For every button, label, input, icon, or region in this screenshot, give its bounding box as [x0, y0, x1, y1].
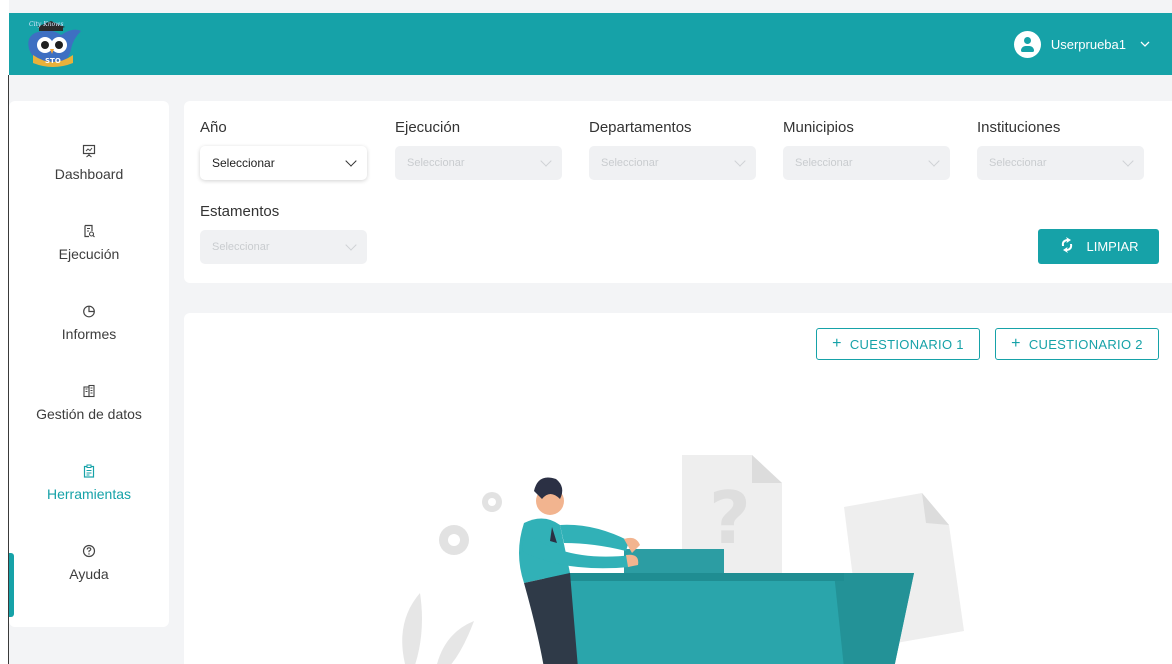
filter-label-estamentos: Estamentos: [200, 203, 280, 220]
select-instituciones[interactable]: Seleccionar: [977, 146, 1144, 180]
select-ejecucion[interactable]: Seleccionar: [395, 146, 562, 180]
button-label: CUESTIONARIO 2: [1028, 336, 1143, 352]
pie-chart-icon: [82, 304, 96, 318]
clipboard-icon: [82, 464, 96, 478]
filter-label-ejecucion: Ejecución: [395, 119, 461, 136]
building-icon: [82, 384, 96, 398]
clear-filters-button[interactable]: LIMPIAR: [1038, 229, 1159, 264]
user-name: Userprueba1: [1050, 36, 1126, 52]
sidebar-item-label: Ayuda: [69, 566, 109, 582]
top-header: STO City Knows Userprueba1: [9, 13, 1172, 75]
add-cuestionario-2-button[interactable]: + CUESTIONARIO 2: [995, 328, 1159, 360]
chevron-down-icon[interactable]: [1140, 39, 1150, 50]
help-circle-icon: [82, 544, 96, 558]
owl-logo-icon[interactable]: STO City Knows: [23, 19, 85, 69]
clear-filters-label: LIMPIAR: [1086, 239, 1139, 254]
select-value: Seleccionar: [795, 157, 853, 169]
svg-text:STO: STO: [45, 57, 61, 65]
user-menu[interactable]: Userprueba1: [1013, 27, 1150, 61]
select-anio[interactable]: Seleccionar: [200, 146, 367, 180]
sidebar-item-ejecucion[interactable]: Ejecución: [9, 213, 169, 273]
chevron-down-icon: [928, 155, 940, 167]
sidebar-item-label: Informes: [61, 326, 117, 342]
plus-icon: +: [1011, 335, 1021, 352]
presentation-icon: [82, 144, 96, 158]
svg-text:City Knows: City Knows: [29, 21, 63, 28]
chevron-down-icon: [345, 155, 357, 167]
plus-icon: +: [832, 335, 842, 352]
sidebar-item-label: Gestión de datos: [36, 406, 142, 422]
sidebar-item-dashboard[interactable]: Dashboard: [9, 133, 169, 193]
chevron-down-icon: [540, 155, 552, 167]
select-municipios[interactable]: Seleccionar: [783, 146, 950, 180]
chevron-down-icon: [345, 239, 357, 251]
empty-state-illustration: ?: [374, 443, 974, 664]
sidebar-item-label: Ejecución: [58, 246, 120, 262]
select-value: Seleccionar: [212, 156, 275, 170]
select-estamentos[interactable]: Seleccionar: [200, 230, 367, 264]
chevron-down-icon: [1122, 155, 1134, 167]
sidebar-item-label: Dashboard: [54, 166, 124, 182]
sidebar-item-gestion-de-datos[interactable]: Gestión de datos: [9, 373, 169, 433]
filter-panel: Año Seleccionar Ejecución Seleccionar De…: [184, 101, 1172, 283]
filter-label-municipios: Municipios: [783, 119, 854, 136]
add-cuestionario-1-button[interactable]: + CUESTIONARIO 1: [816, 328, 980, 360]
chevron-down-icon: [734, 155, 746, 167]
filter-label-departamentos: Departamentos: [589, 119, 692, 136]
refresh-icon: [1058, 237, 1076, 256]
select-value: Seleccionar: [601, 157, 659, 169]
sidebar-item-herramientas[interactable]: Herramientas: [9, 453, 169, 513]
filter-label-instituciones: Instituciones: [977, 119, 1061, 136]
svg-text:?: ?: [709, 476, 751, 560]
sidebar-item-label: Herramientas: [46, 486, 132, 502]
select-value: Seleccionar: [407, 157, 465, 169]
filter-label-anio: Año: [200, 119, 227, 136]
sidebar-item-informes[interactable]: Informes: [9, 293, 169, 353]
button-label: CUESTIONARIO 1: [849, 336, 964, 352]
document-search-icon: [82, 224, 96, 238]
select-value: Seleccionar: [989, 157, 1047, 169]
sidebar-item-ayuda[interactable]: Ayuda: [9, 533, 169, 593]
content-panel: + CUESTIONARIO 1 + CUESTIONARIO 2 ?: [184, 313, 1172, 664]
select-value: Seleccionar: [212, 241, 270, 253]
window-left-edge: [0, 0, 9, 664]
user-avatar-icon: [1013, 30, 1041, 58]
sidebar: Dashboard Ejecución Informes Gestión de …: [9, 101, 169, 627]
select-departamentos[interactable]: Seleccionar: [589, 146, 756, 180]
